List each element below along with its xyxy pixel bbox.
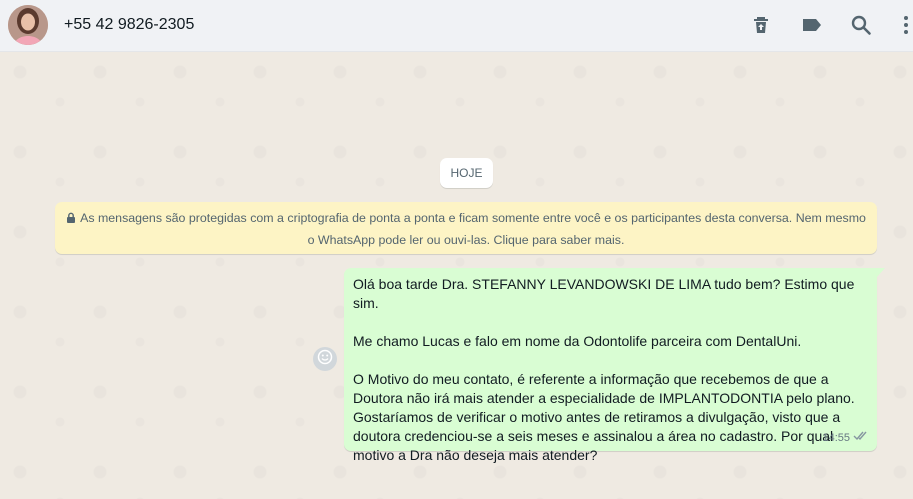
message-line: Me chamo Lucas e falo em nome da Odontol… xyxy=(353,333,802,349)
message-spacer xyxy=(353,351,868,370)
message-line: Gostaríamos de verificar o motivo antes … xyxy=(353,409,841,425)
message-meta: 14:55 xyxy=(822,429,869,448)
lock-icon xyxy=(66,209,76,230)
smiley-icon xyxy=(317,349,333,370)
encryption-notice[interactable]: As mensagens são protegidas com a cripto… xyxy=(55,202,877,254)
contact-name[interactable]: +55 42 9826-2305 xyxy=(64,16,194,34)
bubble-tail xyxy=(877,268,885,277)
message-spacer xyxy=(353,313,868,332)
chat-header: +55 42 9826-2305 xyxy=(0,0,913,52)
message-line: O Motivo do meu contato, é referente a i… xyxy=(353,371,829,387)
outgoing-message[interactable]: Olá boa tarde Dra. STEFANNY LEVANDOWSKI … xyxy=(344,268,885,463)
label-icon[interactable] xyxy=(800,13,824,37)
message-line: doutora credenciou-se a seis meses e ass… xyxy=(353,428,834,444)
message-line: Olá boa tarde Dra. STEFANNY LEVANDOWSKI … xyxy=(353,276,859,311)
encryption-notice-line2: o WhatsApp pode ler ou ouvi-las. Clique … xyxy=(307,233,625,247)
double-check-icon xyxy=(853,429,869,448)
date-separator: HOJE xyxy=(440,158,493,188)
encryption-notice-line1: As mensagens são protegidas com a cripto… xyxy=(80,211,866,225)
search-icon[interactable] xyxy=(849,13,873,37)
emoji-react-button[interactable] xyxy=(313,347,337,371)
message-line: motivo a Dra não deseja mais atender? xyxy=(353,447,598,463)
delete-icon[interactable] xyxy=(749,13,773,37)
menu-icon[interactable] xyxy=(898,13,910,37)
contact-avatar[interactable] xyxy=(8,5,48,45)
message-time: 14:55 xyxy=(822,432,850,444)
message-line: Doutora não irá mais atender a especiali… xyxy=(353,390,855,406)
